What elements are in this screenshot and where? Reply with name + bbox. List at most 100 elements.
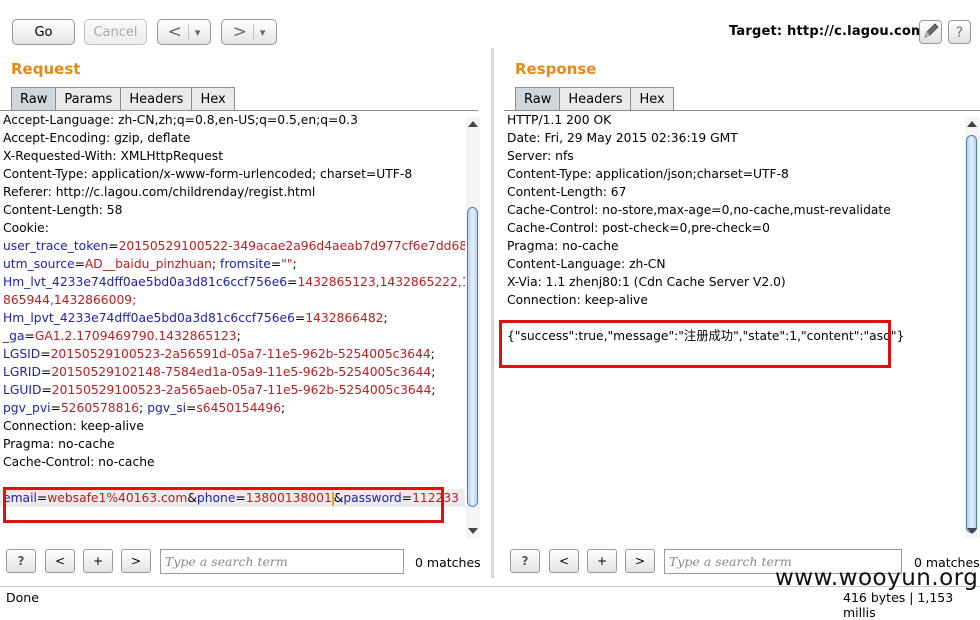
cookie-line: utm_source=AD__baidu_pinzhuan; fromsite=… <box>3 257 297 271</box>
cookie-name: LGUID <box>3 383 42 397</box>
header-line: Content-Length: 67 <box>507 185 627 199</box>
header-line: Content-Length: 58 <box>3 203 123 217</box>
response-search-add-button[interactable]: + <box>587 549 617 573</box>
help-icon: ? <box>956 25 963 41</box>
header-line: X-Requested-With: XMLHttpRequest <box>3 149 224 163</box>
cookie-name: _ga <box>3 329 25 343</box>
request-search-field[interactable] <box>161 550 403 573</box>
tab-headers[interactable]: Headers <box>120 87 193 111</box>
response-search-prev-button[interactable]: < <box>549 549 579 573</box>
cookie-name: pgv_pvi <box>3 401 51 415</box>
status-text: Done <box>6 590 39 605</box>
header-line: Cache-Control: no-store,max-age=0,no-cac… <box>507 203 891 217</box>
cookie-value: 20150529100523-2a56591d-05a7-11e5-962b-5… <box>50 347 431 361</box>
request-match-count: 0 matches <box>415 555 481 570</box>
response-stats: 416 bytes | 1,153 millis <box>843 590 954 620</box>
cookie-value: 20150529100522-349acae2a96d4aeab7d977cf6… <box>118 239 465 253</box>
cookie-value: "" <box>281 257 293 271</box>
header-line: Connection: keep-alive <box>507 293 648 307</box>
response-title: Response <box>515 60 597 78</box>
header-line: X-Via: 1.1 zhenj80:1 (Cdn Cache Server V… <box>507 275 786 289</box>
tab-params[interactable]: Params <box>55 87 122 111</box>
tab-hex[interactable]: Hex <box>191 87 235 111</box>
header-line: Content-Type: application/x-www-form-url… <box>3 167 413 181</box>
cookie-line: LGUID=20150529100523-2a565aeb-05a7-11e5-… <box>3 383 436 397</box>
response-body-highlight <box>499 320 891 368</box>
back-button[interactable]: < ▾ <box>157 19 211 45</box>
target-label: Target: http://c.lagou.com <box>729 24 925 39</box>
cookie-name: Hm_lpvt_4233e74dff0ae5bd0a3d81c6ccf756e6 <box>3 311 295 325</box>
header-line: Cache-Control: post-check=0,pre-check=0 <box>507 221 770 235</box>
cookie-line: LGSID=20150529100523-2a56591d-05a7-11e5-… <box>3 347 435 361</box>
help-button[interactable]: ? <box>948 20 971 44</box>
cookie-value: 5260578816 <box>60 401 140 415</box>
request-editor[interactable]: Accept-Language: zh-CN,zh;q=0.8,en-US;q=… <box>0 111 465 538</box>
chevron-down-icon[interactable]: ▾ <box>260 26 266 39</box>
separator <box>187 24 189 40</box>
cookie-line: Hm_lvt_4233e74dff0ae5bd0a3d81c6ccf756e6=… <box>0 273 465 291</box>
request-search-next-button[interactable]: > <box>121 549 151 573</box>
cookie-line: _ga=GA1.2.1709469790.1432865123; <box>3 329 241 343</box>
response-search-next-button[interactable]: > <box>625 549 655 573</box>
header-line: Content-Type: application/json;charset=U… <box>507 167 789 181</box>
cookie-value: 1432866482 <box>305 311 384 325</box>
cookie-value: 1432865123,1432865222,1432 <box>297 275 465 289</box>
request-search-help-button[interactable]: ? <box>6 549 36 573</box>
cookie-value: GA1.2.1709469790.1432865123 <box>34 329 237 343</box>
cookie-line: LGRID=20150529102148-7584ed1a-05a9-11e5-… <box>3 365 436 379</box>
scroll-thumb[interactable] <box>966 135 977 533</box>
scroll-up-icon[interactable] <box>967 121 977 127</box>
response-search-help-button[interactable]: ? <box>510 549 540 573</box>
request-title: Request <box>11 60 81 78</box>
cookie-value: 20150529102148-7584ed1a-05a9-11e5-962b-5… <box>51 365 432 379</box>
request-search-prev-button[interactable]: < <box>45 549 75 573</box>
cookie-name: fromsite <box>220 257 271 271</box>
header-line: HTTP/1.1 200 OK <box>507 113 612 127</box>
tab-hex[interactable]: Hex <box>630 87 674 111</box>
request-scrollbar[interactable] <box>466 117 480 538</box>
header-line: Cookie: <box>3 221 49 235</box>
request-tabs: Raw Params Headers Hex <box>11 87 235 111</box>
header-line: Accept-Encoding: gzip, deflate <box>3 131 191 145</box>
cookie-name: LGRID <box>3 365 42 379</box>
tab-raw[interactable]: Raw <box>11 87 57 111</box>
response-tabs: Raw Headers Hex <box>515 87 674 111</box>
header-line: Pragma: no-cache <box>507 239 619 253</box>
go-button[interactable]: Go <box>12 19 75 45</box>
chevron-down-icon[interactable]: ▾ <box>195 26 201 39</box>
request-search-input[interactable] <box>160 549 404 574</box>
scroll-down-icon[interactable] <box>967 528 977 534</box>
cookie-name: utm_source <box>3 257 75 271</box>
separator <box>252 24 254 40</box>
cookie-line: pgv_pvi=5260578816; pgv_si=s6450154496; <box>3 401 286 415</box>
cookie-name: Hm_lvt_4233e74dff0ae5bd0a3d81c6ccf756e6 <box>3 275 288 289</box>
back-arrow-icon: < <box>167 22 182 42</box>
cancel-button[interactable]: Cancel <box>84 19 147 45</box>
cookie-value: s6450154496 <box>196 401 282 415</box>
header-line: Content-Language: zh-CN <box>507 257 666 271</box>
header-line: Connection: keep-alive <box>3 419 144 433</box>
cookie-line: 865944,1432866009; <box>0 291 465 309</box>
header-line: Referer: http://c.lagou.com/childrenday/… <box>3 185 316 199</box>
tab-headers[interactable]: Headers <box>559 87 632 111</box>
response-scrollbar[interactable] <box>965 117 979 538</box>
request-body-highlight <box>3 487 444 523</box>
scroll-down-icon[interactable] <box>468 528 478 534</box>
cookie-line: user_trace_token=20150529100522-349acae2… <box>0 237 465 255</box>
cookie-line: Hm_lpvt_4233e74dff0ae5bd0a3d81c6ccf756e6… <box>3 311 388 325</box>
pane-divider[interactable] <box>491 48 494 578</box>
forward-arrow-icon: > <box>232 22 247 42</box>
header-line: Cache-Control: no-cache <box>3 455 155 469</box>
tab-raw[interactable]: Raw <box>515 87 561 111</box>
edit-target-button[interactable] <box>919 20 942 44</box>
header-line: Date: Fri, 29 May 2015 02:36:19 GMT <box>507 131 738 145</box>
cookie-name: pgv_si <box>147 401 187 415</box>
cookie-value: 865944,1432866009; <box>3 293 137 307</box>
cookie-value: 20150529100523-2a565aeb-05a7-11e5-962b-5… <box>51 383 432 397</box>
cookie-name: user_trace_token <box>3 239 109 253</box>
pencil-icon <box>924 23 939 38</box>
forward-button[interactable]: > ▾ <box>221 19 277 45</box>
request-search-add-button[interactable]: + <box>83 549 113 573</box>
scroll-up-icon[interactable] <box>468 121 478 127</box>
scroll-thumb[interactable] <box>467 207 478 507</box>
